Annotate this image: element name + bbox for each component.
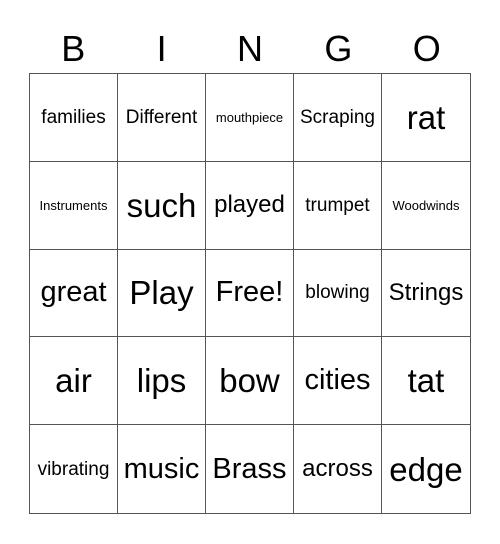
bingo-card: families Different mouthpiece Scraping rat In… (29, 73, 471, 514)
bingo-header: B I N G O (29, 26, 471, 72)
bingo-cell[interactable]: great (30, 249, 118, 338)
bingo-cell[interactable]: bow (206, 337, 294, 426)
bingo-cell[interactable]: Woodwinds (382, 162, 470, 250)
bingo-cell[interactable]: blowing (294, 249, 382, 338)
bingo-cell[interactable]: tat (382, 337, 470, 426)
header-letter-n: N (236, 28, 263, 69)
header-letter-i: I (156, 28, 167, 69)
header-letter-g: G (324, 28, 353, 69)
bingo-cell[interactable]: edge (382, 425, 470, 513)
bingo-cell[interactable]: Brass (206, 425, 294, 513)
bingo-cell[interactable]: air (30, 337, 118, 426)
bingo-cell[interactable]: played (206, 161, 294, 250)
bingo-cell[interactable]: trumpet (294, 161, 382, 250)
header-letter-o: O (412, 28, 441, 69)
bingo-cell[interactable]: Play (118, 249, 206, 338)
bingo-cell[interactable]: Strings (382, 250, 470, 338)
bingo-cell[interactable]: Scraping (294, 74, 382, 162)
bingo-cell[interactable]: Instruments (30, 161, 118, 250)
header-letter-b: B (61, 28, 86, 69)
bingo-cell[interactable]: music (118, 425, 206, 513)
bingo-cell[interactable]: mouthpiece (206, 74, 294, 162)
bingo-cell[interactable]: rat (382, 74, 470, 162)
free-space-cell[interactable]: Free! (206, 249, 294, 338)
bingo-cell[interactable]: Different (118, 74, 206, 162)
bingo-cell[interactable]: lips (118, 337, 206, 426)
bingo-cell[interactable]: across (294, 425, 382, 513)
bingo-cell[interactable]: families (30, 74, 118, 162)
bingo-cell[interactable]: such (118, 161, 206, 250)
bingo-cell[interactable]: vibrating (30, 425, 118, 513)
bingo-cell[interactable]: cities (294, 337, 382, 426)
